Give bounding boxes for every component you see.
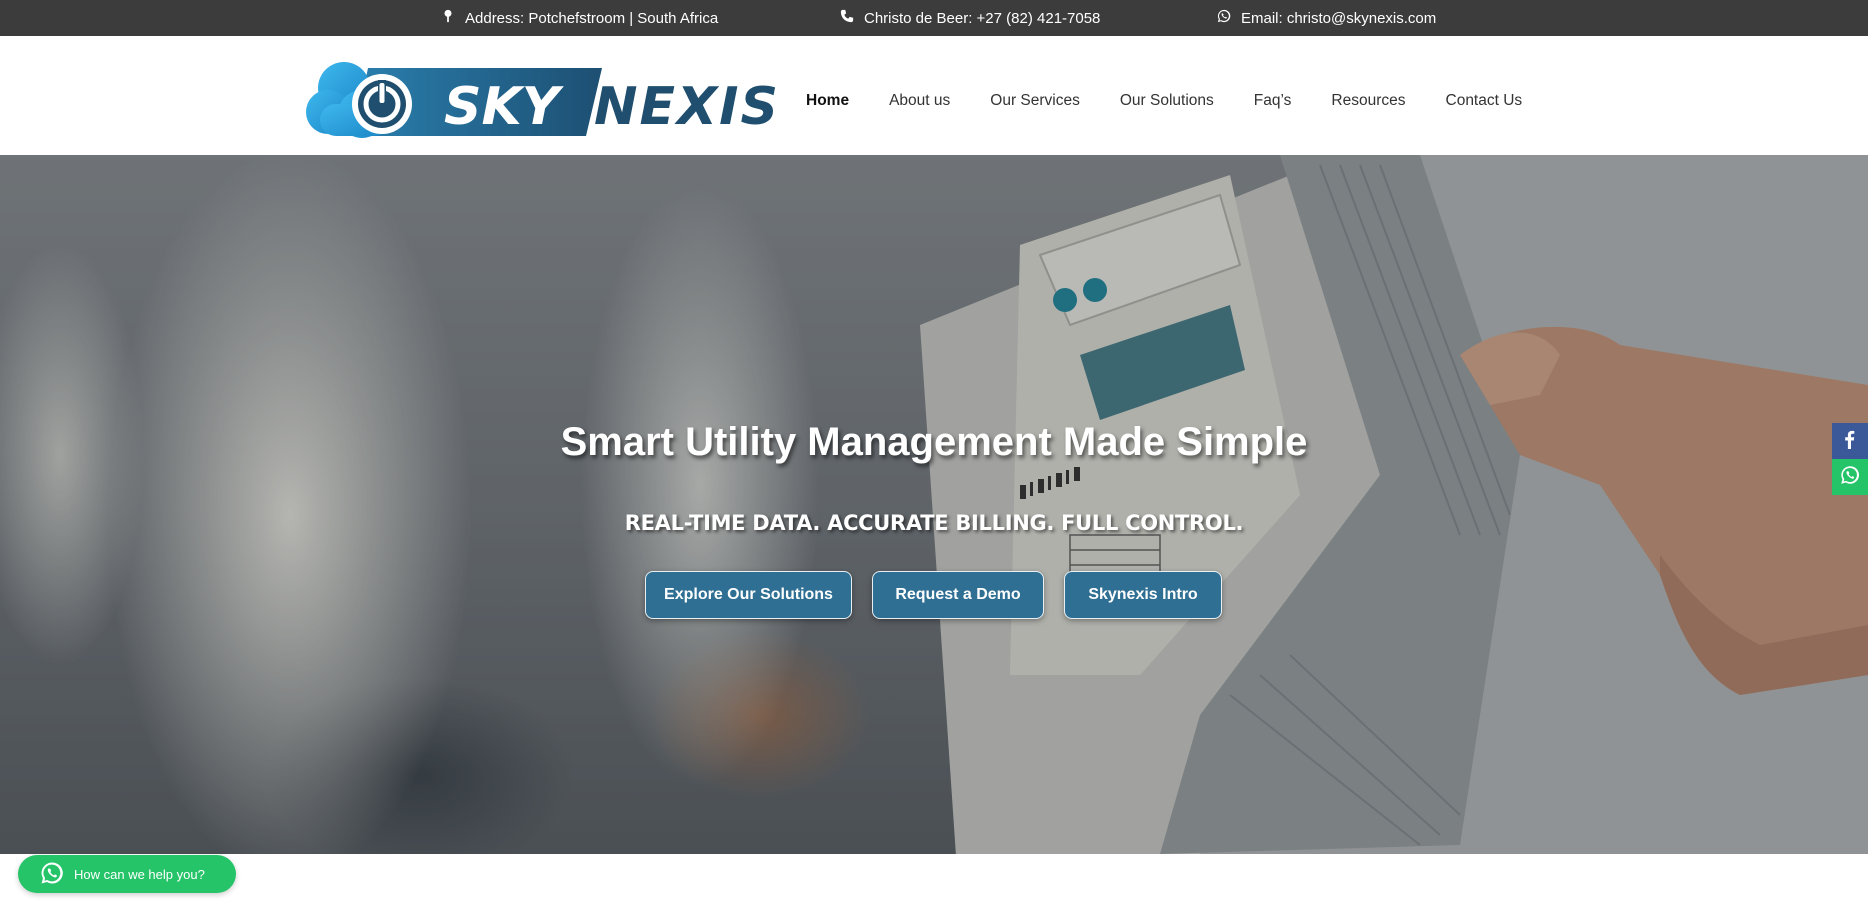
- hero-section: Smart Utility Management Made Simple REA…: [0, 155, 1868, 854]
- hero-subtitle: REAL-TIME DATA. ACCURATE BILLING. FULL C…: [624, 511, 1244, 535]
- whatsapp-icon: [1217, 9, 1231, 27]
- top-info-bar: Address: Potchefstroom | South Africa Ch…: [0, 0, 1868, 36]
- email-info[interactable]: Email: christo@skynexis.com: [1217, 0, 1436, 36]
- chat-label: How can we help you?: [74, 866, 205, 882]
- address-info: Address: Potchefstroom | South Africa: [441, 0, 718, 36]
- hero-title: Smart Utility Management Made Simple: [560, 420, 1308, 464]
- hero-overlay: [0, 155, 1868, 854]
- facebook-share-button[interactable]: [1832, 423, 1868, 459]
- nav-our-solutions[interactable]: Our Solutions: [1120, 92, 1214, 110]
- whatsapp-icon: [1840, 465, 1860, 490]
- main-navigation: Home About us Our Services Our Solutions…: [806, 36, 1562, 155]
- nav-contact-us[interactable]: Contact Us: [1446, 92, 1523, 110]
- nav-about-us[interactable]: About us: [889, 92, 950, 110]
- skynexis-logo[interactable]: SKY NEXIS: [306, 54, 786, 138]
- svg-text:SKY: SKY: [444, 77, 565, 137]
- nav-home[interactable]: Home: [806, 92, 849, 110]
- phone-text[interactable]: Christo de Beer: +27 (82) 421-7058: [864, 10, 1100, 27]
- hero-buttons: Explore Our Solutions Request a Demo Sky…: [0, 571, 1868, 619]
- nav-our-services[interactable]: Our Services: [990, 92, 1080, 110]
- request-demo-button[interactable]: Request a Demo: [872, 571, 1044, 619]
- site-header: SKY NEXIS Home About us Our Services Our…: [0, 36, 1868, 155]
- phone-info[interactable]: Christo de Beer: +27 (82) 421-7058: [840, 0, 1100, 36]
- explore-solutions-button[interactable]: Explore Our Solutions: [645, 571, 852, 619]
- skynexis-intro-button[interactable]: Skynexis Intro: [1064, 571, 1222, 619]
- email-text[interactable]: Email: christo@skynexis.com: [1241, 10, 1436, 27]
- whatsapp-chat-button[interactable]: How can we help you?: [18, 855, 236, 893]
- map-pin-icon: [441, 9, 455, 27]
- address-text: Address: Potchefstroom | South Africa: [465, 9, 719, 27]
- phone-icon: [840, 9, 854, 27]
- facebook-icon: [1840, 429, 1860, 454]
- nav-faqs[interactable]: Faq’s: [1254, 92, 1292, 110]
- whatsapp-share-button[interactable]: [1832, 459, 1868, 495]
- svg-text:NEXIS: NEXIS: [594, 77, 780, 137]
- whatsapp-icon: [40, 861, 64, 888]
- nav-resources[interactable]: Resources: [1331, 92, 1405, 110]
